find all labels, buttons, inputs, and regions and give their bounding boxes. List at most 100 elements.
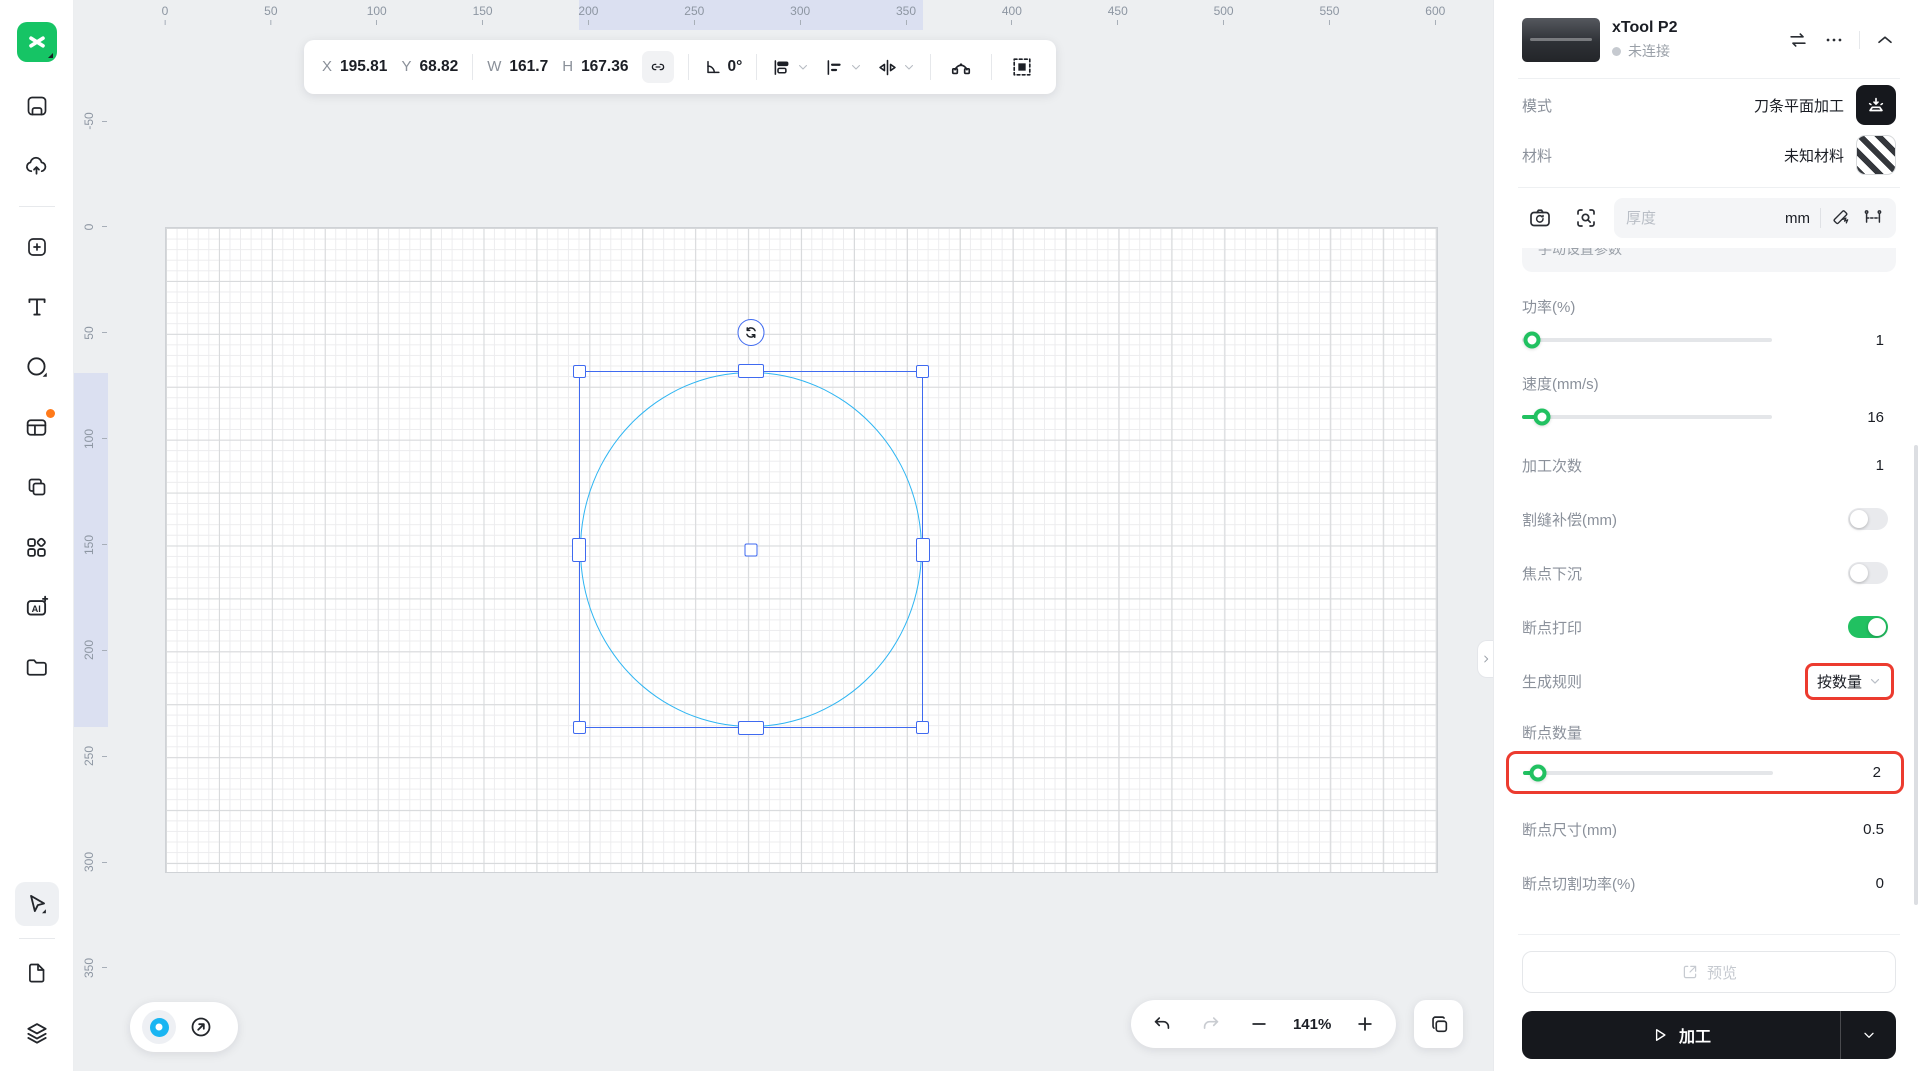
distribute-icon [774, 59, 789, 75]
marquee-select-button[interactable] [1006, 51, 1038, 83]
mode-value[interactable]: 刀条平面加工 [1754, 95, 1844, 116]
w-value[interactable]: 161.7 [509, 58, 548, 76]
resize-handle-e[interactable] [916, 537, 930, 562]
breakpoint-row: 断点打印 [1522, 600, 1896, 654]
resize-handle-sw[interactable] [573, 721, 586, 734]
resize-handle-se[interactable] [916, 721, 929, 734]
scan-icon [1577, 209, 1595, 227]
clipped-settings-dropdown[interactable]: 手动设置参数 [1522, 248, 1896, 272]
layers-button[interactable] [15, 1011, 59, 1055]
power-value[interactable]: 1 [1772, 332, 1896, 349]
more-options-icon[interactable] [1823, 29, 1845, 51]
passes-label: 加工次数 [1522, 457, 1583, 475]
cloud-upload-button[interactable] [15, 144, 59, 188]
jog-control-button[interactable] [186, 1012, 216, 1042]
resize-handle-ne[interactable] [916, 365, 929, 378]
redo-button[interactable] [1196, 1009, 1226, 1039]
laser-spot-toggle[interactable] [142, 1010, 176, 1044]
file-library-button[interactable] [15, 645, 59, 689]
resize-handle-n[interactable] [738, 364, 764, 378]
flip-dropdown[interactable] [877, 57, 916, 78]
focus-toggle[interactable] [1848, 562, 1888, 584]
count-value[interactable]: 2 [1773, 764, 1893, 781]
speed-slider[interactable] [1522, 408, 1772, 426]
resize-handle-nw[interactable] [573, 365, 586, 378]
start-options-dropdown[interactable] [1840, 1011, 1896, 1059]
rotation-value[interactable]: 0° [727, 58, 742, 76]
duplicate-button[interactable] [15, 465, 59, 509]
zoom-in-button[interactable] [1350, 1009, 1380, 1039]
rotation-field[interactable]: 0° [703, 57, 742, 77]
material-value[interactable]: 未知材料 [1784, 145, 1844, 166]
cutpower-row: 断点切割功率(%) 0 [1522, 856, 1896, 910]
x-position-field[interactable]: X 195.81 [322, 58, 387, 76]
rotate-handle[interactable] [737, 319, 765, 346]
save-project-button[interactable] [15, 84, 59, 128]
text-tool-button[interactable] [15, 285, 59, 329]
speed-slider-knob[interactable] [1533, 408, 1551, 426]
power-slider-knob[interactable] [1523, 331, 1541, 349]
material-library-button[interactable] [15, 405, 59, 449]
save-icon [27, 96, 46, 116]
switch-device-icon[interactable] [1787, 29, 1809, 51]
selection-bounding-box[interactable] [572, 319, 930, 735]
speed-value[interactable]: 16 [1772, 409, 1896, 426]
camera-measure-button[interactable] [1522, 200, 1558, 236]
size-label: 断点尺寸(mm) [1522, 821, 1617, 839]
chevron-down-icon [905, 65, 914, 70]
canvas-area[interactable]: 0 50 100 150 200 250 300 350 400 450 500 550 600 -50… [74, 0, 1493, 1071]
y-position-field[interactable]: Y 68.82 [401, 58, 458, 76]
rule-dropdown[interactable]: 按数量 [1804, 662, 1894, 700]
manual-measure-icon[interactable] [1862, 207, 1884, 229]
mode-label: 模式 [1522, 97, 1553, 115]
rotate-icon [746, 327, 756, 338]
collapse-panel-icon[interactable] [1874, 29, 1896, 51]
cutpower-value[interactable]: 0 [1876, 875, 1896, 892]
xtool-logo-menu[interactable] [15, 20, 59, 64]
count-slider-knob[interactable] [1529, 764, 1547, 781]
select-tool-button[interactable] [14, 882, 59, 926]
width-field[interactable]: W 161.7 [487, 58, 548, 76]
undo-button[interactable] [1147, 1009, 1177, 1039]
y-value[interactable]: 68.82 [419, 58, 458, 76]
scan-material-button[interactable] [1568, 200, 1604, 236]
mode-select-button[interactable] [1856, 85, 1896, 125]
material-swatch[interactable] [1856, 135, 1896, 175]
start-main[interactable]: 加工 [1522, 1011, 1840, 1059]
camera-icon [1530, 209, 1550, 227]
kerf-toggle[interactable] [1848, 508, 1888, 530]
ai-tools-button[interactable]: AI [15, 585, 59, 629]
document-pages-button[interactable] [15, 951, 59, 995]
h-value[interactable]: 167.36 [581, 58, 628, 76]
align-dropdown[interactable] [824, 57, 863, 78]
insert-shape-button[interactable] [15, 225, 59, 269]
apps-button[interactable] [15, 525, 59, 569]
passes-value[interactable]: 1 [1876, 457, 1896, 474]
center-anchor-handle[interactable] [744, 543, 758, 556]
artboards-button[interactable] [1414, 1000, 1463, 1048]
start-button[interactable]: 加工 [1522, 1011, 1896, 1059]
resize-handle-s[interactable] [738, 721, 764, 735]
breakpoint-toggle[interactable] [1848, 616, 1888, 638]
zoom-out-button[interactable] [1244, 1009, 1274, 1039]
height-field[interactable]: H 167.36 [562, 58, 628, 76]
auto-measure-icon[interactable] [1831, 208, 1852, 229]
count-slider[interactable] [1523, 764, 1773, 781]
preview-button[interactable]: 预览 [1522, 951, 1896, 993]
material-icon [26, 418, 47, 436]
edit-nodes-button[interactable] [945, 51, 977, 83]
resize-handle-w[interactable] [572, 537, 586, 562]
lock-aspect-ratio-button[interactable] [642, 51, 675, 83]
panel-scrollbar[interactable] [1914, 445, 1918, 905]
shape-tool-button[interactable] [15, 345, 59, 389]
thickness-input[interactable] [1626, 209, 1775, 227]
size-value[interactable]: 0.5 [1863, 821, 1896, 838]
count-label: 断点数量 [1522, 725, 1583, 742]
x-value[interactable]: 195.81 [340, 58, 387, 76]
power-slider[interactable] [1522, 331, 1772, 349]
zoom-level-value[interactable]: 141% [1293, 1016, 1331, 1033]
rule-label: 生成规则 [1522, 673, 1583, 691]
panel-collapse-tab[interactable] [1477, 640, 1493, 678]
distribute-dropdown[interactable] [771, 57, 810, 78]
undo-icon [1154, 1017, 1170, 1029]
